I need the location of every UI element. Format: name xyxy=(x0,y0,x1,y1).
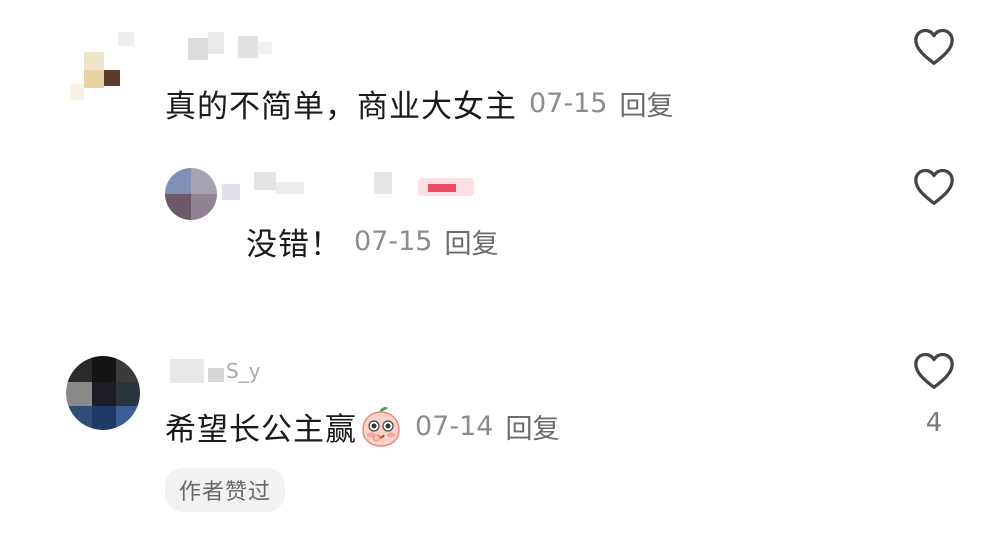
peach-face-emoji-icon xyxy=(362,407,400,447)
heart-icon[interactable] xyxy=(912,26,956,66)
comment-text: 真的不简单，商业大女主 xyxy=(165,88,517,125)
username-blurred-part xyxy=(208,368,224,382)
username[interactable]: S_y xyxy=(170,356,261,386)
comment-text: 希望长公主赢 xyxy=(165,411,357,448)
heart-icon[interactable] xyxy=(912,166,956,206)
avatar[interactable] xyxy=(165,168,217,220)
comment-date: 07-15 xyxy=(529,87,608,119)
username-blurred-part xyxy=(170,359,204,383)
reply-button[interactable]: 回复 xyxy=(444,222,498,261)
author-liked-badge: 作者赞过 xyxy=(165,468,286,512)
avatar[interactable] xyxy=(66,356,140,430)
heart-icon[interactable] xyxy=(912,350,956,390)
comment-date: 07-15 xyxy=(354,225,433,257)
username-blurred[interactable] xyxy=(118,32,278,64)
username-blurred[interactable] xyxy=(222,172,482,202)
username-text: S_y xyxy=(226,359,261,383)
like-count: 4 xyxy=(925,408,943,438)
reply-button[interactable]: 回复 xyxy=(619,84,673,123)
comment-text: 没错！ xyxy=(246,226,342,263)
comment-date: 07-14 xyxy=(415,410,494,442)
reply-button[interactable]: 回复 xyxy=(505,407,559,446)
